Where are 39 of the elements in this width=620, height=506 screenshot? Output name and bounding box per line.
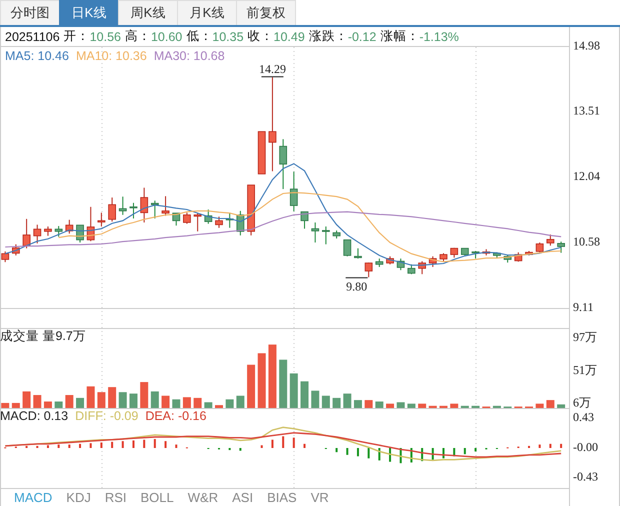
- axis-label: 9.11: [573, 300, 594, 314]
- quote-value: 10.49: [274, 30, 305, 44]
- quote-value: -1.13%: [419, 30, 459, 44]
- axis-label: 0.43: [573, 410, 594, 424]
- ma-legend-value: : 10.36: [108, 49, 147, 63]
- quote-label: 低：: [186, 28, 212, 45]
- macd-legend-value: : -0.09: [102, 409, 138, 423]
- ma-legend-name: MA10: [76, 49, 109, 63]
- quote-label: 开：: [64, 28, 90, 45]
- axis-label: 14.98: [573, 38, 600, 52]
- quote-value: -0.12: [348, 30, 376, 44]
- axis-label: 97万: [573, 330, 597, 344]
- quote-value: 10.60: [150, 30, 182, 44]
- axis-label: 10.58: [573, 234, 600, 248]
- ma-legend-name: MA30: [154, 49, 186, 63]
- macd-legend-name: DEA: [145, 409, 172, 423]
- ma-legend-value: : 10.46: [30, 49, 69, 63]
- quote-value: 10.56: [90, 30, 121, 44]
- quote-label: 涨幅：: [380, 28, 420, 45]
- quote-date: 20251106: [5, 30, 60, 44]
- axis-label: 13.51: [573, 104, 600, 118]
- price-annotation: 14.29: [258, 62, 286, 78]
- volume-title: 成交量 量9.7万: [0, 329, 86, 343]
- axis-label: 51万: [573, 363, 597, 377]
- macd-legend-value: : 0.13: [36, 409, 68, 423]
- axis-label: -0.00: [573, 440, 598, 454]
- ma-legend-name: MA5: [5, 49, 31, 63]
- quote-label: 涨跌：: [308, 28, 348, 45]
- quote-label: 高：: [124, 28, 151, 45]
- axis-label: 6万: [573, 395, 591, 410]
- quote-value: 10.35: [212, 30, 244, 44]
- ma-legend-value: : 10.68: [186, 49, 225, 63]
- macd-legend-name: MACD: [0, 409, 37, 423]
- axis-label: -0.43: [573, 469, 598, 484]
- quote-label: 收：: [248, 28, 274, 45]
- price-annotation: 9.80: [345, 277, 368, 294]
- axis-label: 12.04: [573, 169, 600, 184]
- macd-legend-value: : -0.16: [171, 409, 206, 423]
- macd-legend-name: DIFF: [75, 409, 103, 423]
